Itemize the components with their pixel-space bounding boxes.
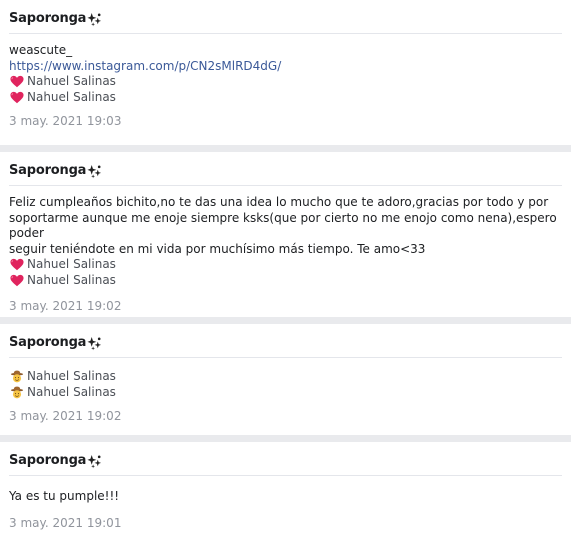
sparkle-icon — [87, 454, 102, 469]
reaction-user: Nahuel Salinas — [27, 369, 116, 383]
heart-icon — [10, 91, 24, 104]
reaction-row: Nahuel Salinas — [10, 90, 562, 106]
message-body: Feliz cumpleaños bichito,no te das una i… — [9, 186, 562, 313]
instagram-link[interactable]: https://www.instagram.com/p/CN2sMlRD4dG/ — [9, 59, 562, 75]
message-card: Saporonga Ya es tu pumple!!! 3 may. 2021… — [0, 442, 571, 542]
author-name[interactable]: Saporonga — [9, 163, 86, 178]
reaction-row: Nahuel Salinas — [10, 257, 562, 273]
message-card: Saporonga weascute_ https://www.instagra… — [0, 0, 571, 145]
message-timestamp: 3 may. 2021 19:02 — [9, 409, 122, 423]
message-text: Ya es tu pumple!!! — [9, 489, 120, 503]
message-header: Saporonga — [9, 324, 562, 358]
heart-icon — [10, 274, 24, 287]
message-header: Saporonga — [9, 152, 562, 186]
message-timestamp: 3 may. 2021 19:01 — [9, 515, 122, 530]
message-card: Saporonga Nahuel Salinas Nahuel Salinas … — [0, 324, 571, 435]
message-timestamp: 3 may. 2021 19:03 — [9, 114, 122, 128]
cowboy-face-icon — [10, 386, 24, 399]
message-body: weascute_ https://www.instagram.com/p/CN… — [9, 34, 562, 128]
reaction-row: Nahuel Salinas — [10, 74, 562, 90]
message-text-line: Feliz cumpleaños bichito,no te das una i… — [9, 195, 549, 209]
message-header: Saporonga — [9, 0, 562, 34]
sparkle-icon — [87, 164, 102, 179]
message-header: Saporonga — [9, 442, 562, 476]
message-feed[interactable]: Saporonga weascute_ https://www.instagra… — [0, 0, 571, 542]
reaction-user: Nahuel Salinas — [27, 74, 116, 88]
message-body: Ya es tu pumple!!! 3 may. 2021 19:01 — [9, 476, 562, 530]
reaction-row: Nahuel Salinas — [10, 273, 562, 289]
reaction-row: Nahuel Salinas — [10, 385, 562, 401]
author-name[interactable]: Saporonga — [9, 335, 86, 350]
reaction-row: Nahuel Salinas — [10, 369, 562, 385]
sparkle-icon — [87, 336, 102, 351]
cowboy-face-icon — [10, 370, 24, 383]
author-name[interactable]: Saporonga — [9, 11, 86, 26]
author-name[interactable]: Saporonga — [9, 453, 86, 468]
reaction-user: Nahuel Salinas — [27, 272, 116, 287]
reaction-user: Nahuel Salinas — [27, 257, 116, 271]
message-card: Saporonga Feliz cumpleaños bichito,no te… — [0, 152, 571, 317]
message-timestamp: 3 may. 2021 19:02 — [9, 299, 122, 313]
heart-icon — [10, 258, 24, 271]
heart-icon — [10, 75, 24, 88]
sparkle-icon — [87, 12, 102, 27]
message-text-line: soportarme aunque me enoje siempre ksks(… — [9, 210, 561, 241]
message-text: weascute_ — [9, 43, 73, 57]
message-text-line: seguir teniéndote en mi vida por muchísi… — [9, 241, 426, 256]
message-body: Nahuel Salinas Nahuel Salinas 3 may. 202… — [9, 358, 562, 423]
reaction-user: Nahuel Salinas — [27, 384, 116, 399]
reaction-user: Nahuel Salinas — [27, 89, 116, 104]
